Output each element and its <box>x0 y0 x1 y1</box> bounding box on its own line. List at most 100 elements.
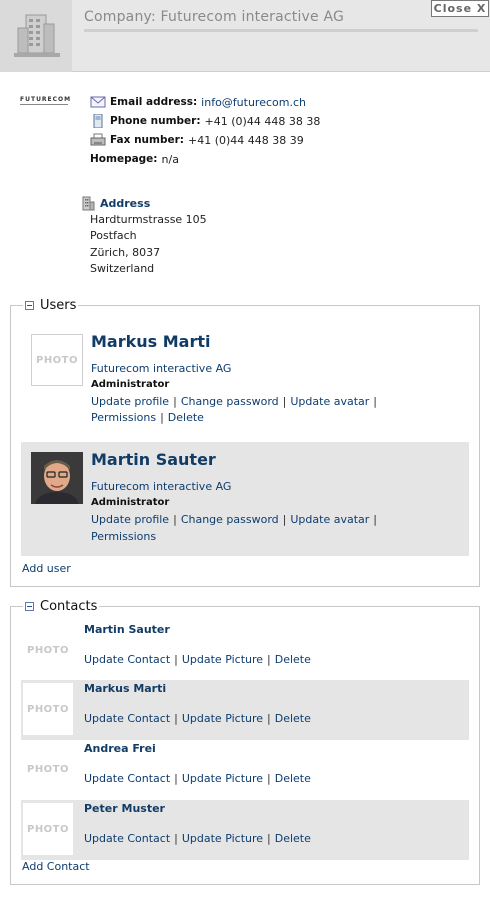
update-profile-link[interactable]: Update profile <box>91 513 169 526</box>
separator: | <box>282 395 287 408</box>
update-picture-link[interactable]: Update Picture <box>182 653 263 666</box>
separator: | <box>174 653 178 666</box>
contact-name: Martin Sauter <box>84 623 170 636</box>
building-icon <box>14 14 60 57</box>
separator: | <box>174 772 178 785</box>
user-actions: Update profile | Change password | Update av… <box>91 395 381 408</box>
user-role: Administrator <box>91 379 170 390</box>
email-row: Email address: info@futurecom.ch <box>90 94 306 110</box>
contacts-legend: Contacts <box>23 599 100 614</box>
contact-row: PHOTO Andrea Frei Update Contact | Update … <box>21 740 469 800</box>
update-contact-link[interactable]: Update Contact <box>84 832 170 845</box>
user-company: Futurecom interactive AG <box>91 480 232 493</box>
contact-name: Andrea Frei <box>84 742 156 755</box>
permissions-link[interactable]: Permissions <box>91 411 156 424</box>
user-card: PHOTO Markus Marti Futurecom interactive… <box>21 326 469 440</box>
contact-actions: Update Contact | Update Picture | Delete <box>84 832 311 845</box>
homepage-row: Homepage: n/a <box>90 151 179 167</box>
update-profile-link[interactable]: Update profile <box>91 395 169 408</box>
address-line: Zürich, 8037 <box>90 246 161 259</box>
update-picture-link[interactable]: Update Picture <box>182 832 263 845</box>
contact-actions: Update Contact | Update Picture | Delete <box>84 712 311 725</box>
address-building-icon <box>82 196 95 211</box>
change-password-link[interactable]: Change password <box>181 513 279 526</box>
user-company: Futurecom interactive AG <box>91 362 232 375</box>
user-avatar <box>31 452 83 504</box>
homepage-value: n/a <box>161 152 179 166</box>
separator: | <box>173 395 177 408</box>
separator: | <box>282 513 287 526</box>
update-picture-link[interactable]: Update Picture <box>182 712 263 725</box>
users-legend-label: Users <box>40 298 77 313</box>
separator: | <box>267 832 271 845</box>
separator: | <box>267 772 271 785</box>
update-contact-link[interactable]: Update Contact <box>84 772 170 785</box>
user-actions-row2: Permissions | Delete <box>91 411 204 424</box>
separator: | <box>373 513 377 526</box>
separator: | <box>173 513 177 526</box>
header-icon-box <box>0 0 72 72</box>
homepage-label: Homepage: <box>90 153 158 165</box>
fax-row: Fax number: +41 (0)44 448 38 39 <box>90 132 304 148</box>
header-divider <box>84 29 478 32</box>
contacts-panel: Contacts PHOTO Martin Sauter Update Cont… <box>10 599 480 885</box>
company-logo: FUTURECOM <box>20 96 72 103</box>
email-link[interactable]: info@futurecom.ch <box>201 96 306 109</box>
fax-icon <box>90 133 106 146</box>
user-card: Martin Sauter Futurecom interactive AG A… <box>21 442 469 556</box>
contact-photo-placeholder: PHOTO <box>23 743 73 795</box>
address-line: Postfach <box>90 229 137 242</box>
change-password-link[interactable]: Change password <box>181 395 279 408</box>
phone-row: Phone number: +41 (0)44 448 38 38 <box>90 113 320 129</box>
address-heading: Address <box>80 196 150 211</box>
separator: | <box>174 832 178 845</box>
company-header: Company: Futurecom interactive AG Close … <box>0 0 490 72</box>
phone-icon <box>93 114 103 128</box>
contact-actions: Update Contact | Update Picture | Delete <box>84 772 311 785</box>
delete-contact-link[interactable]: Delete <box>275 653 311 666</box>
contact-row: PHOTO Markus Marti Update Contact | Update… <box>21 680 469 740</box>
user-photo-placeholder: PHOTO <box>31 334 83 386</box>
address-line: Switzerland <box>90 262 155 275</box>
fax-label: Fax number: <box>110 134 184 146</box>
address-line: Hardturmstrasse 105 <box>90 213 207 226</box>
permissions-link[interactable]: Permissions <box>91 530 156 543</box>
delete-user-link[interactable]: Delete <box>168 411 204 424</box>
user-actions: Update profile | Change password | Update av… <box>91 513 381 526</box>
update-avatar-link[interactable]: Update avatar <box>290 513 369 526</box>
user-name: Markus Marti <box>91 332 211 351</box>
user-role: Administrator <box>91 497 170 508</box>
users-legend: Users <box>23 298 79 313</box>
contact-row: PHOTO Peter Muster Update Contact | Update… <box>21 800 469 860</box>
collapse-contacts-toggle[interactable] <box>25 602 34 611</box>
user-actions-row2: Permissions <box>91 530 156 543</box>
contact-photo-placeholder: PHOTO <box>23 803 73 855</box>
add-contact-link[interactable]: Add Contact <box>22 860 90 873</box>
update-contact-link[interactable]: Update Contact <box>84 653 170 666</box>
update-contact-link[interactable]: Update Contact <box>84 712 170 725</box>
phone-value: +41 (0)44 448 38 38 <box>204 114 321 128</box>
contact-photo-placeholder: PHOTO <box>23 624 73 676</box>
close-button[interactable]: Close X <box>431 0 489 17</box>
contact-name: Peter Muster <box>84 802 165 815</box>
contact-photo-placeholder: PHOTO <box>23 683 73 735</box>
separator: | <box>160 411 164 424</box>
email-icon <box>90 96 106 108</box>
separator: | <box>267 712 271 725</box>
contact-actions: Update Contact | Update Picture | Delete <box>84 653 311 666</box>
update-picture-link[interactable]: Update Picture <box>182 772 263 785</box>
delete-contact-link[interactable]: Delete <box>275 712 311 725</box>
email-label: Email address: <box>110 96 198 108</box>
user-name: Martin Sauter <box>91 450 216 469</box>
page-title: Company: Futurecom interactive AG <box>84 9 345 25</box>
delete-contact-link[interactable]: Delete <box>275 832 311 845</box>
separator: | <box>267 653 271 666</box>
contact-row: PHOTO Martin Sauter Update Contact | Updat… <box>21 621 469 681</box>
separator: | <box>373 395 377 408</box>
collapse-users-toggle[interactable] <box>25 301 34 310</box>
users-panel: Users PHOTO Markus Marti Futurecom inter… <box>10 298 480 587</box>
update-avatar-link[interactable]: Update avatar <box>290 395 369 408</box>
add-user-link[interactable]: Add user <box>22 562 71 575</box>
delete-contact-link[interactable]: Delete <box>275 772 311 785</box>
fax-value: +41 (0)44 448 38 39 <box>187 133 304 147</box>
